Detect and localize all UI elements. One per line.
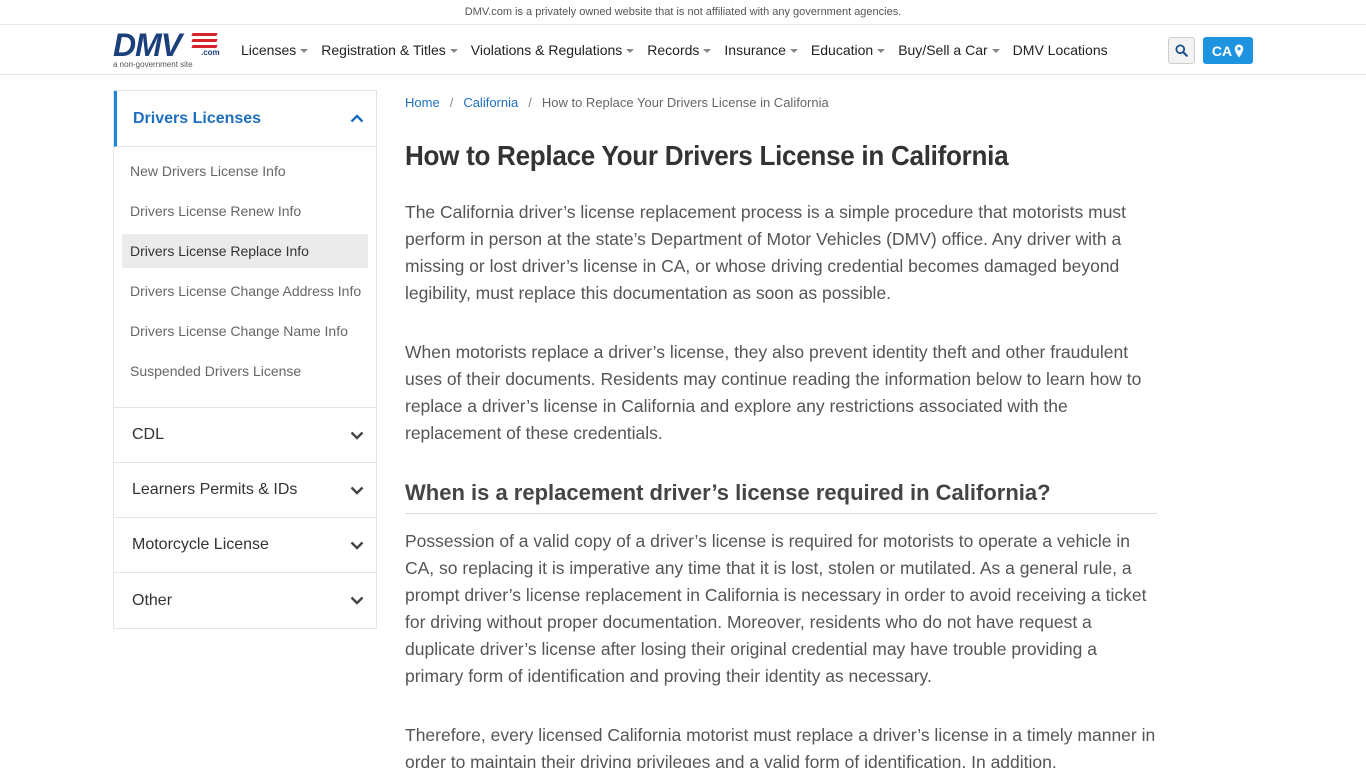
sidebar-section-motorcycle-license[interactable]: Motorcycle License [114,518,376,573]
nav-violations-regulations[interactable]: Violations & Regulations [471,42,635,58]
sidebar-section-label: Drivers Licenses [133,109,262,127]
sidebar-nav: Drivers Licenses New Drivers License Inf… [113,90,377,629]
state-selector-button[interactable]: CA [1203,37,1253,64]
section-heading: When is a replacement driver’s license r… [405,478,1157,514]
caret-down-icon [789,49,798,53]
breadcrumb: Home / California / How to Replace Your … [405,90,1157,114]
search-button[interactable] [1168,37,1195,64]
sidebar-item-change-name[interactable]: Drivers License Change Name Info [122,314,368,348]
disclaimer-bar: DMV.com is a privately owned website tha… [0,0,1366,25]
sidebar-item-new-license[interactable]: New Drivers License Info [122,154,368,188]
nav-records[interactable]: Records [647,42,712,58]
article-paragraph: Therefore, every licensed California mot… [405,725,1156,768]
breadcrumb-separator: / [528,94,532,110]
nav-registration-titles[interactable]: Registration & Titles [321,42,458,58]
nav-label: Buy/Sell a Car [898,42,988,58]
nav-label: Registration & Titles [321,42,446,58]
nav-label: Education [810,42,874,58]
caret-down-icon [626,49,635,53]
chevron-down-icon [350,431,364,440]
chevron-down-icon [350,596,364,605]
state-label: CA [1211,42,1233,59]
sidebar-section-learners-permits[interactable]: Learners Permits & IDs [114,463,376,518]
sidebar-item-suspended-license[interactable]: Suspended Drivers License [122,354,368,388]
breadcrumb-home[interactable]: Home [405,95,440,110]
nav-label: DMV Locations [1012,42,1108,58]
nav-label: Insurance [724,42,786,58]
map-pin-icon [1234,44,1244,57]
nav-licenses[interactable]: Licenses [241,42,309,58]
article-paragraph: The California driver’s license replacem… [405,202,1127,303]
sidebar-section-label: Learners Permits & IDs [132,481,298,498]
nav-label: Records [647,42,700,58]
sidebar-section-label: CDL [132,426,165,443]
site-header: DMV .com a non-government site Licenses … [0,25,1366,75]
sidebar-item-renew-license[interactable]: Drivers License Renew Info [122,194,368,228]
sidebar-subitems: New Drivers License Info Drivers License… [114,147,376,408]
sidebar-section-label: Motorcycle License [132,536,269,553]
nav-insurance[interactable]: Insurance [724,42,798,58]
caret-down-icon [877,49,886,53]
article-content: Home / California / How to Replace Your … [405,90,1157,768]
article-paragraph: Possession of a valid copy of a driver’s… [405,531,1147,686]
main-nav: Licenses Registration & Titles Violation… [241,25,1121,75]
nav-dmv-locations[interactable]: DMV Locations [1013,42,1108,58]
sidebar-section-drivers-licenses[interactable]: Drivers Licenses [114,91,376,147]
chevron-up-icon [350,114,364,123]
logo-suffix: .com [201,48,220,57]
disclaimer-text: DMV.com is a privately owned website tha… [464,6,902,18]
search-icon [1175,44,1188,57]
caret-down-icon [991,49,1000,53]
article-paragraph: When motorists replace a driver’s licens… [405,342,1142,443]
sidebar-section-cdl[interactable]: CDL [114,408,376,463]
nav-label: Violations & Regulations [470,42,623,58]
breadcrumb-current: How to Replace Your Drivers License in C… [541,94,829,110]
sidebar-item-change-address[interactable]: Drivers License Change Address Info [122,274,368,308]
breadcrumb-state[interactable]: California [463,95,518,110]
caret-down-icon [449,49,458,53]
sidebar-section-other[interactable]: Other [114,573,376,628]
logo-tagline: a non-government site [113,60,193,69]
logo-wordmark: DMV [113,27,182,63]
breadcrumb-separator: / [449,94,454,110]
site-logo[interactable]: DMV .com a non-government site [113,27,220,71]
sidebar-item-replace-license[interactable]: Drivers License Replace Info [122,234,368,268]
page-title: How to Replace Your Drivers License in C… [405,140,1009,171]
chevron-down-icon [350,541,364,550]
nav-label: Licenses [241,42,297,58]
nav-education[interactable]: Education [810,42,886,58]
caret-down-icon [703,49,712,53]
nav-buy-sell-car[interactable]: Buy/Sell a Car [898,42,1000,58]
sidebar-section-label: Other [132,591,173,609]
caret-down-icon [300,49,309,53]
chevron-down-icon [350,486,364,495]
